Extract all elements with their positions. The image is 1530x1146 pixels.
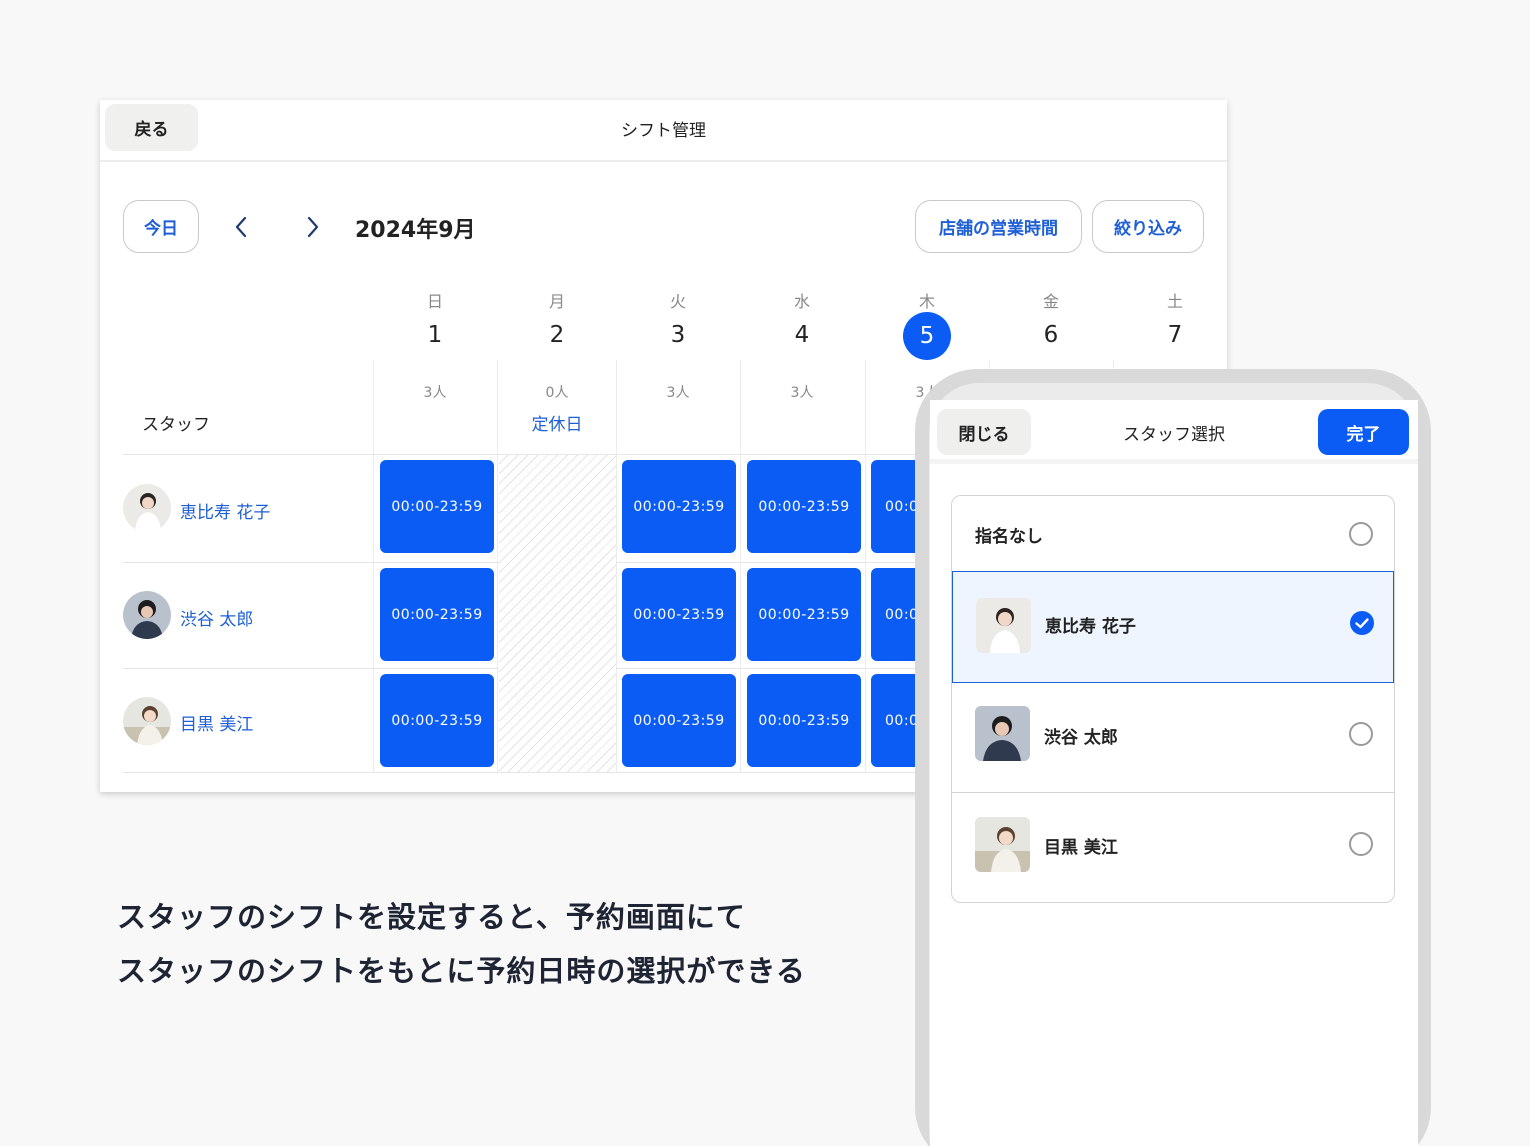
staff-option-ebisu[interactable]: 恵比寿 花子 bbox=[952, 571, 1394, 683]
day-of-week: 金 bbox=[1042, 292, 1059, 311]
day-of-week: 火 bbox=[669, 292, 686, 311]
staff-count: 3人 bbox=[666, 385, 690, 401]
staff-count: 0人 bbox=[545, 385, 569, 401]
option-label: 目黒 美江 bbox=[1044, 838, 1118, 858]
holiday-column bbox=[499, 455, 616, 772]
caption-line: スタッフのシフトをもとに予約日時の選択ができる bbox=[117, 954, 806, 988]
day-number[interactable]: 3 bbox=[616, 322, 740, 348]
staff-name[interactable]: 目黒 美江 bbox=[180, 710, 253, 735]
check-icon[interactable] bbox=[1350, 611, 1374, 635]
shift-block[interactable]: 00:00-23:59 bbox=[747, 460, 861, 553]
day-number-today[interactable]: 5 bbox=[865, 312, 989, 360]
shift-block[interactable]: 00:00-23:59 bbox=[622, 460, 736, 553]
feature-caption: スタッフのシフトを設定すると、予約画面にて スタッフのシフトをもとに予約日時の選… bbox=[117, 890, 806, 998]
day-number[interactable]: 2 bbox=[495, 322, 619, 348]
calendar-toolbar: 今日 2024年9月 店舗の営業時間 絞り込み bbox=[100, 200, 1227, 255]
chevron-left-icon[interactable] bbox=[228, 214, 254, 240]
staff-count: 3人 bbox=[423, 385, 447, 401]
page-title: シフト管理 bbox=[621, 121, 706, 141]
column-divider bbox=[865, 360, 866, 772]
day-number[interactable]: 7 bbox=[1113, 322, 1227, 348]
staff-row: 恵比寿 花子 bbox=[123, 455, 373, 555]
caption-line: スタッフのシフトを設定すると、予約画面にて bbox=[117, 900, 746, 934]
filter-button[interactable]: 絞り込み bbox=[1092, 200, 1204, 253]
radio-button[interactable] bbox=[1349, 832, 1373, 856]
avatar bbox=[123, 484, 171, 532]
done-button[interactable]: 完了 bbox=[1318, 409, 1409, 455]
chevron-right-icon[interactable] bbox=[300, 214, 326, 240]
avatar bbox=[123, 697, 171, 745]
staff-option-list: 指名なし 恵比寿 花子 渋谷 太郎 目黒 美江 bbox=[951, 495, 1395, 903]
shift-block[interactable]: 00:00-23:59 bbox=[380, 674, 494, 767]
shift-block[interactable]: 00:00-23:59 bbox=[622, 568, 736, 661]
staff-column-header: スタッフ bbox=[142, 415, 210, 435]
option-label: 恵比寿 花子 bbox=[1045, 617, 1136, 637]
staff-picker-sheet: 閉じる スタッフ選択 完了 指名なし 恵比寿 花子 渋谷 太郎 目黒 美江 bbox=[930, 400, 1418, 1146]
business-hours-button[interactable]: 店舗の営業時間 bbox=[915, 200, 1082, 253]
column-divider bbox=[373, 360, 374, 772]
shift-block[interactable]: 00:00-23:59 bbox=[622, 674, 736, 767]
staff-row: 目黒 美江 bbox=[123, 669, 373, 769]
staff-option-meguro[interactable]: 目黒 美江 bbox=[952, 793, 1394, 902]
day-of-week: 月 bbox=[548, 292, 565, 311]
day-number[interactable]: 4 bbox=[740, 322, 864, 348]
column-divider bbox=[740, 360, 741, 772]
day-of-week: 日 bbox=[426, 292, 443, 311]
radio-button[interactable] bbox=[1349, 722, 1373, 746]
staff-count: 3人 bbox=[790, 385, 814, 401]
panel-header: 戻る シフト管理 bbox=[100, 100, 1227, 162]
shift-block[interactable]: 00:00-23:59 bbox=[747, 568, 861, 661]
option-label: 指名なし bbox=[975, 527, 1043, 547]
shift-block[interactable]: 00:00-23:59 bbox=[380, 568, 494, 661]
option-label: 渋谷 太郎 bbox=[1044, 728, 1118, 748]
avatar bbox=[976, 598, 1031, 653]
day-of-week: 土 bbox=[1166, 292, 1183, 311]
day-of-week: 木 bbox=[918, 292, 935, 311]
shift-block[interactable]: 00:00-23:59 bbox=[380, 460, 494, 553]
staff-option-shibuya[interactable]: 渋谷 太郎 bbox=[952, 683, 1394, 793]
avatar bbox=[975, 817, 1030, 872]
day-number[interactable]: 6 bbox=[989, 322, 1113, 348]
staff-option-none[interactable]: 指名なし bbox=[952, 496, 1394, 572]
shift-block[interactable]: 00:00-23:59 bbox=[747, 674, 861, 767]
staff-name[interactable]: 恵比寿 花子 bbox=[180, 498, 270, 523]
today-button[interactable]: 今日 bbox=[123, 200, 199, 253]
day-number[interactable]: 1 bbox=[373, 322, 497, 348]
avatar bbox=[123, 591, 171, 639]
avatar bbox=[975, 706, 1030, 761]
sheet-header: 閉じる スタッフ選択 完了 bbox=[930, 400, 1418, 464]
staff-name[interactable]: 渋谷 太郎 bbox=[180, 605, 253, 630]
day-of-week: 水 bbox=[793, 292, 810, 311]
holiday-label: 定休日 bbox=[531, 415, 583, 435]
today-marker: 5 bbox=[903, 312, 951, 360]
month-label: 2024年9月 bbox=[355, 218, 476, 243]
staff-row: 渋谷 太郎 bbox=[123, 563, 373, 663]
radio-button[interactable] bbox=[1349, 522, 1373, 546]
